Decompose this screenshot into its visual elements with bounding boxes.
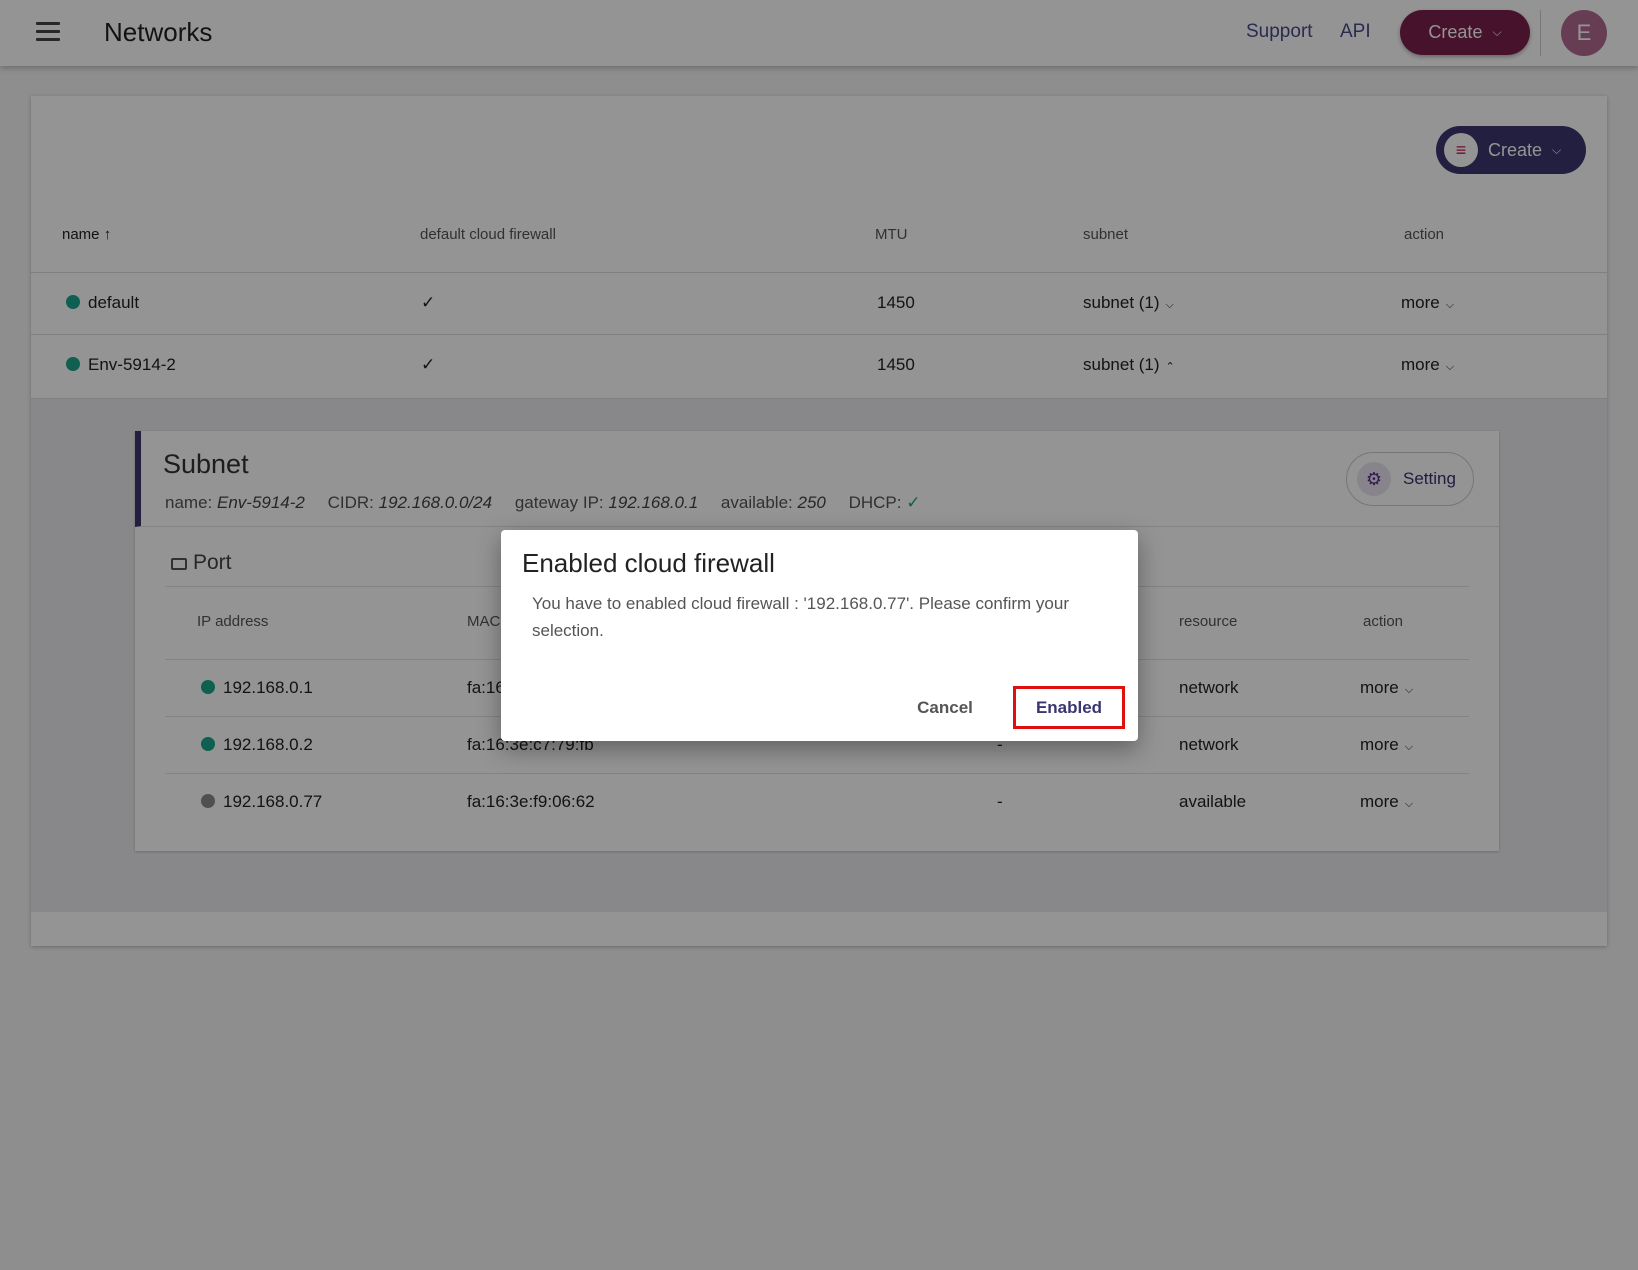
confirm-dialog: Enabled cloud firewall You have to enabl…	[501, 530, 1138, 741]
enabled-button[interactable]: Enabled	[1013, 686, 1125, 729]
dialog-message: You have to enabled cloud firewall : '19…	[532, 594, 1069, 640]
dialog-title: Enabled cloud firewall	[522, 548, 775, 578]
cancel-button[interactable]: Cancel	[899, 686, 991, 729]
